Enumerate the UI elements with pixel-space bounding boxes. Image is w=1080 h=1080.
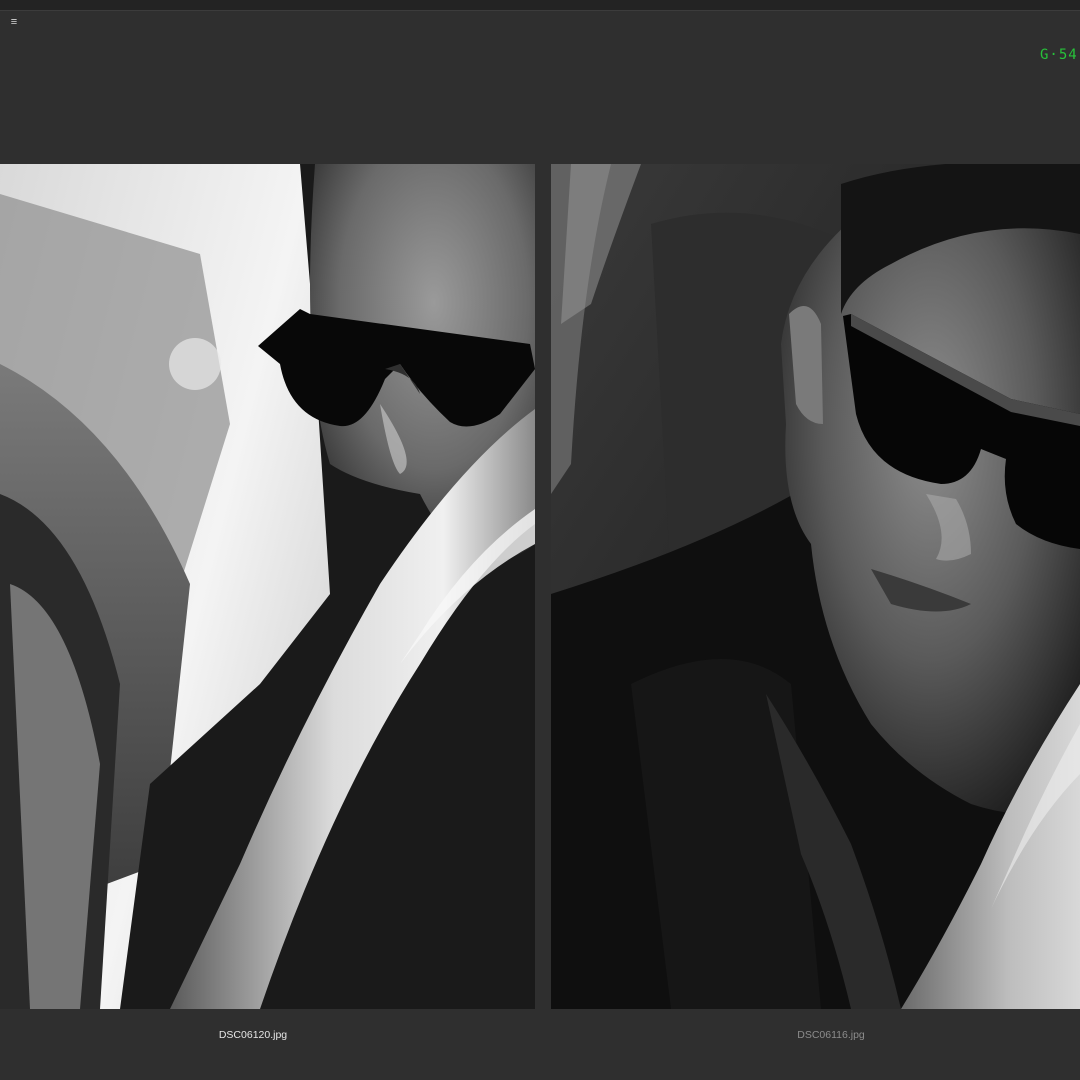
photo-compare-window: ≡ G·54 DSC06120.jpg DSC06116.jpg <box>0 0 1080 1080</box>
hamburger-menu-icon[interactable]: ≡ <box>6 14 22 30</box>
photo-caption-left: DSC06120.jpg <box>218 1029 288 1041</box>
status-readout: G·54 <box>1040 47 1078 63</box>
photo-caption-right: DSC06116.jpg <box>797 1029 865 1041</box>
photo-image-left <box>0 164 535 1009</box>
title-bar <box>0 0 1080 11</box>
compare-viewer <box>0 164 1080 1009</box>
photo-image-right <box>551 164 1080 1009</box>
photo-thumbnail-right[interactable] <box>551 164 1080 1009</box>
photo-thumbnail-left[interactable] <box>0 164 535 1009</box>
